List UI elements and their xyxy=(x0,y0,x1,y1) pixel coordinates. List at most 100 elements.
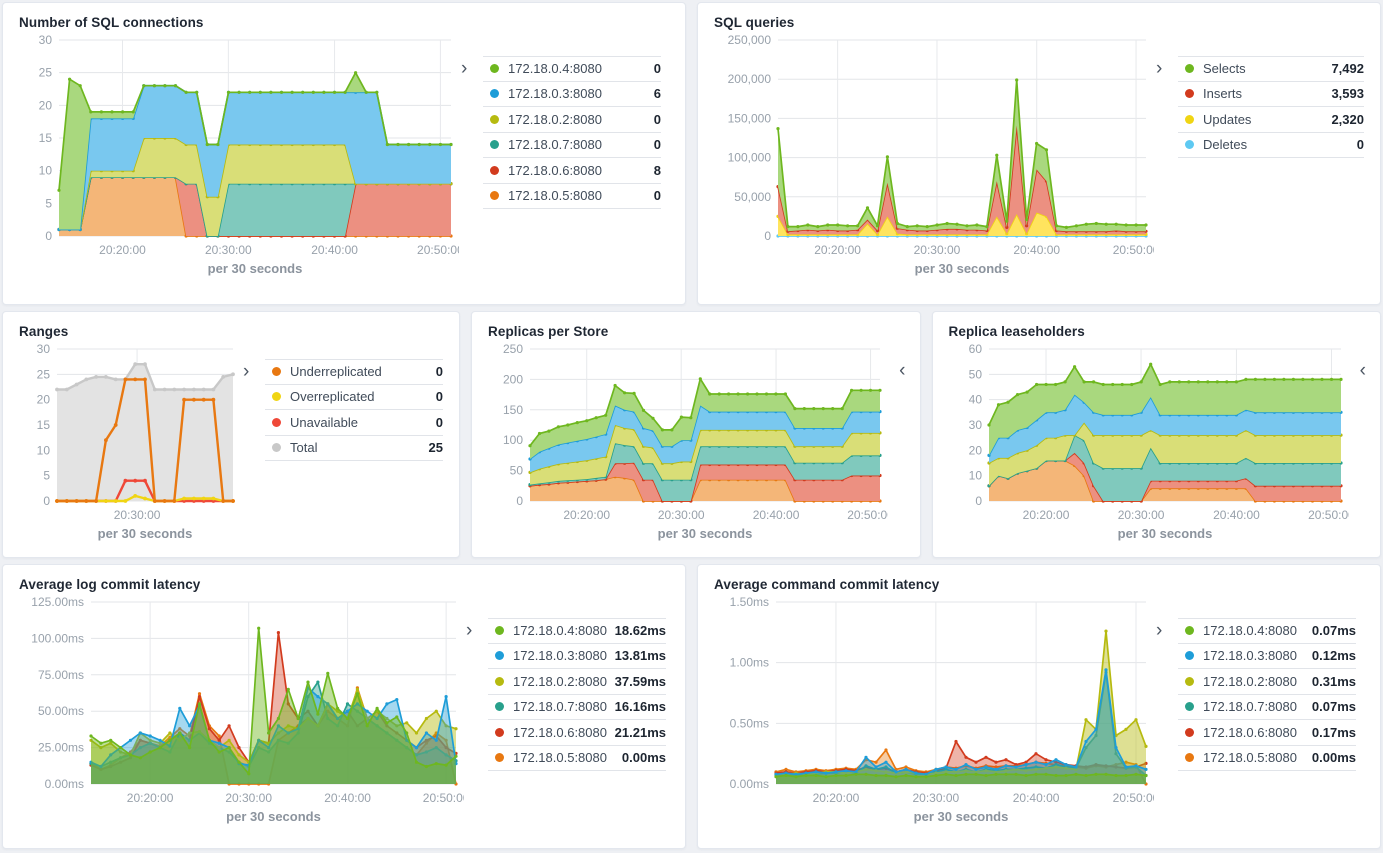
series-color-dot xyxy=(1185,651,1194,660)
legend-item[interactable]: 172.18.0.3:80806 xyxy=(483,82,661,108)
series-label: Selects xyxy=(1203,61,1331,76)
legend: 172.18.0.4:808018.62ms172.18.0.3:808013.… xyxy=(488,618,666,771)
svg-text:20:50:00: 20:50:00 xyxy=(417,243,459,257)
series-color-dot xyxy=(272,367,281,376)
svg-text:5: 5 xyxy=(45,196,52,210)
legend-item[interactable]: Updates2,320 xyxy=(1178,107,1364,133)
legend-item[interactable]: 172.18.0.6:80808 xyxy=(483,158,661,184)
legend-wrap: › Selects7,492Inserts3,593Updates2,320De… xyxy=(1156,30,1364,287)
legend-item[interactable]: 172.18.0.7:80800.07ms xyxy=(1178,695,1356,721)
svg-text:20: 20 xyxy=(968,443,982,457)
svg-text:20:20:00: 20:20:00 xyxy=(1022,508,1069,522)
svg-text:250,000: 250,000 xyxy=(728,33,772,47)
chart-sql-queries[interactable]: 050,000100,000150,000200,000250,00020:20… xyxy=(714,30,1154,287)
legend-item[interactable]: Total25 xyxy=(265,436,443,462)
svg-text:50.00ms: 50.00ms xyxy=(38,704,84,718)
svg-text:per 30 seconds: per 30 seconds xyxy=(658,526,753,541)
series-label: Inserts xyxy=(1203,86,1331,101)
chart-log-commit-latency[interactable]: 0.00ms25.00ms50.00ms75.00ms100.00ms125.0… xyxy=(19,592,464,835)
series-label: 172.18.0.2:8080 xyxy=(513,674,615,689)
svg-text:20:40:00: 20:40:00 xyxy=(1013,243,1060,257)
series-value: 0 xyxy=(654,188,661,203)
series-color-dot xyxy=(1185,728,1194,737)
series-color-dot xyxy=(1185,140,1194,149)
series-color-dot xyxy=(490,64,499,73)
chart-canvas: 010203040506020:20:0020:30:0020:40:0020:… xyxy=(949,339,1349,547)
svg-text:per 30 seconds: per 30 seconds xyxy=(914,809,1009,824)
legend: Underreplicated0Overreplicated0Unavailab… xyxy=(265,359,443,461)
chevron-right-icon[interactable]: › xyxy=(243,359,265,385)
chevron-right-icon[interactable]: › xyxy=(1156,56,1178,82)
svg-text:20:50:00: 20:50:00 xyxy=(847,508,888,522)
svg-text:50: 50 xyxy=(510,464,524,478)
series-value: 18.62ms xyxy=(615,623,666,638)
chevron-right-icon[interactable]: › xyxy=(1156,618,1178,644)
series-label: 172.18.0.3:8080 xyxy=(1203,648,1312,663)
legend-item[interactable]: Selects7,492 xyxy=(1178,56,1364,82)
series-value: 37.59ms xyxy=(615,674,666,689)
series-value: 0.07ms xyxy=(1312,699,1356,714)
series-value: 6 xyxy=(654,86,661,101)
svg-text:20: 20 xyxy=(39,98,53,112)
chart-canvas: 05101520253020:20:0020:30:0020:40:0020:5… xyxy=(19,30,459,282)
svg-text:20:50:00: 20:50:00 xyxy=(1308,508,1349,522)
dashboard-row-3: Average log commit latency 0.00ms25.00ms… xyxy=(2,564,1381,849)
svg-text:20:30:00: 20:30:00 xyxy=(914,243,961,257)
chevron-left-icon[interactable]: ‹ xyxy=(899,360,905,382)
legend-item[interactable]: 172.18.0.4:80800.07ms xyxy=(1178,618,1356,644)
svg-text:20:30:00: 20:30:00 xyxy=(1117,508,1164,522)
panel-title: Average command commit latency xyxy=(714,577,1364,592)
series-color-dot xyxy=(495,753,504,762)
legend-item[interactable]: Overreplicated0 xyxy=(265,385,443,411)
chevron-right-icon[interactable]: › xyxy=(466,618,488,644)
chevron-right-icon[interactable]: › xyxy=(461,56,483,82)
legend-item[interactable]: 172.18.0.4:80800 xyxy=(483,56,661,82)
series-value: 16.16ms xyxy=(615,699,666,714)
svg-text:10: 10 xyxy=(968,469,982,483)
series-color-dot xyxy=(1185,753,1194,762)
chart-sql-connections[interactable]: 05101520253020:20:0020:30:0020:40:0020:5… xyxy=(19,30,459,287)
legend-item[interactable]: Deletes0 xyxy=(1178,133,1364,159)
svg-text:20:50:00: 20:50:00 xyxy=(423,791,464,805)
svg-text:0: 0 xyxy=(516,494,523,508)
legend-item[interactable]: 172.18.0.3:808013.81ms xyxy=(488,644,666,670)
series-label: Underreplicated xyxy=(290,364,436,379)
legend-item[interactable]: 172.18.0.3:80800.12ms xyxy=(1178,644,1356,670)
series-color-dot xyxy=(490,191,499,200)
legend-item[interactable]: 172.18.0.5:80800.00ms xyxy=(1178,746,1356,772)
legend-item[interactable]: Underreplicated0 xyxy=(265,359,443,385)
chevron-left-icon[interactable]: ‹ xyxy=(1360,360,1366,382)
legend-item[interactable]: 172.18.0.2:80800 xyxy=(483,107,661,133)
legend-item[interactable]: 172.18.0.6:80800.17ms xyxy=(1178,720,1356,746)
chart-ranges[interactable]: 05101520253020:30:00per 30 seconds xyxy=(19,339,241,552)
svg-text:150: 150 xyxy=(503,403,523,417)
legend-item[interactable]: 172.18.0.7:80800 xyxy=(483,133,661,159)
series-value: 0 xyxy=(654,112,661,127)
series-label: 172.18.0.5:8080 xyxy=(1203,750,1312,765)
svg-text:0: 0 xyxy=(764,229,771,243)
legend-item[interactable]: 172.18.0.6:808021.21ms xyxy=(488,720,666,746)
series-color-dot xyxy=(272,443,281,452)
legend-item[interactable]: 172.18.0.2:808037.59ms xyxy=(488,669,666,695)
legend-item[interactable]: Unavailable0 xyxy=(265,410,443,436)
legend-item[interactable]: 172.18.0.7:808016.16ms xyxy=(488,695,666,721)
svg-text:25: 25 xyxy=(37,367,51,381)
svg-text:per 30 seconds: per 30 seconds xyxy=(1117,526,1212,541)
legend-item[interactable]: Inserts3,593 xyxy=(1178,82,1364,108)
series-value: 3,593 xyxy=(1331,86,1364,101)
series-color-dot xyxy=(495,728,504,737)
svg-text:150,000: 150,000 xyxy=(728,111,772,125)
chart-command-commit-latency[interactable]: 0.00ms0.50ms1.00ms1.50ms20:20:0020:30:00… xyxy=(714,592,1154,835)
legend-item[interactable]: 172.18.0.5:80800 xyxy=(483,184,661,210)
legend-item[interactable]: 172.18.0.2:80800.31ms xyxy=(1178,669,1356,695)
series-value: 0.31ms xyxy=(1312,674,1356,689)
svg-text:40: 40 xyxy=(968,393,982,407)
chart-replica-leaseholders[interactable]: 010203040506020:20:0020:30:0020:40:0020:… xyxy=(949,339,1349,552)
series-label: 172.18.0.3:8080 xyxy=(513,648,615,663)
legend-item[interactable]: 172.18.0.5:80800.00ms xyxy=(488,746,666,772)
legend-item[interactable]: 172.18.0.4:808018.62ms xyxy=(488,618,666,644)
svg-text:75.00ms: 75.00ms xyxy=(38,668,84,682)
chart-replicas-per-store[interactable]: 05010015020025020:20:0020:30:0020:40:002… xyxy=(488,339,888,552)
series-color-dot xyxy=(490,89,499,98)
svg-text:1.50ms: 1.50ms xyxy=(730,595,769,609)
